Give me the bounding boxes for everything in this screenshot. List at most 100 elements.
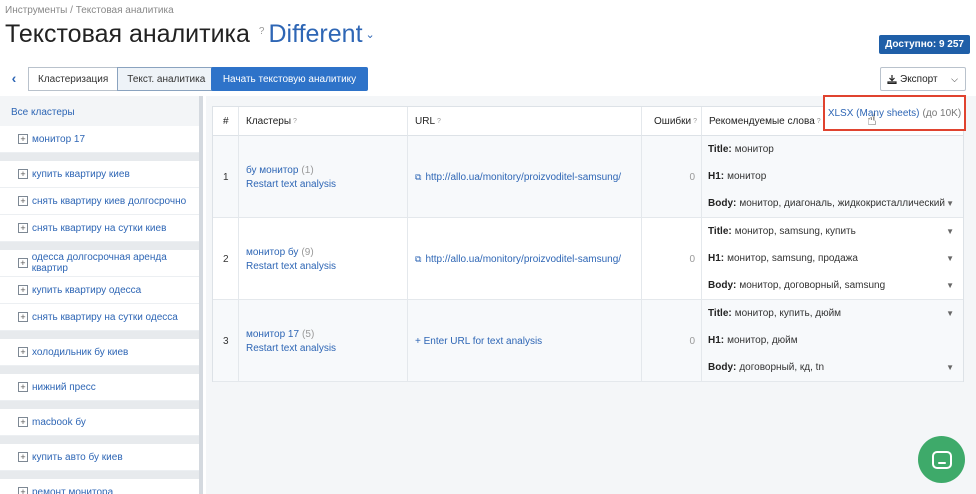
recommended-h1: H1: монитор, дюйм <box>708 327 963 354</box>
breadcrumb[interactable]: Инструменты / Текстовая аналитика <box>5 5 174 16</box>
sidebar-cluster-item[interactable]: + купить квартиру одесса <box>0 277 199 304</box>
restart-analysis-link[interactable]: Restart text analysis <box>246 343 336 354</box>
keyword-type-label: Title: <box>708 144 732 155</box>
sidebar-cluster-item[interactable]: + снять квартиру на сутки киев <box>0 215 199 242</box>
back-arrow-icon[interactable]: ‹ <box>6 68 22 88</box>
chat-icon <box>931 450 952 469</box>
sidebar-cluster-item[interactable]: + снять квартиру на сутки одесса <box>0 304 199 331</box>
app-root: Инструменты / Текстовая аналитика Тексто… <box>0 0 976 494</box>
chevron-down-icon[interactable]: ▼ <box>946 199 954 208</box>
help-icon[interactable]: ? <box>437 118 441 125</box>
header-label: Рекомендуемые слова <box>709 115 815 127</box>
sidebar-cluster-label: купить авто бу киев <box>32 451 123 463</box>
cluster-link[interactable]: бу монитор <box>246 165 298 176</box>
sidebar-cluster-item[interactable]: + снять квартиру киев долгосрочно <box>0 188 199 215</box>
chevron-down-icon[interactable]: ▼ <box>946 227 954 236</box>
chevron-down-icon[interactable]: ▼ <box>946 254 954 263</box>
all-clusters-link[interactable]: Все кластеры <box>0 96 199 126</box>
sidebar-cluster-label: ремонт монитора <box>32 486 114 494</box>
recommended-h1: H1: монитор, samsung, продажа ▼ <box>708 245 963 272</box>
url-link[interactable]: http://allo.ua/monitory/proizvoditel-sam… <box>425 254 621 265</box>
expand-plus-icon[interactable]: + <box>18 487 28 494</box>
help-icon[interactable]: ? <box>693 118 697 125</box>
external-link-icon[interactable]: ⧉ <box>415 254 421 265</box>
recommended-title: Title: монитор <box>708 136 963 163</box>
errors-cell: 0 <box>642 136 702 218</box>
keyword-type-label: Title: <box>708 308 732 319</box>
recommended-title: Title: монитор, samsung, купить ▼ <box>708 218 963 245</box>
header-url: URL? <box>408 107 642 136</box>
sidebar-separator <box>0 401 199 409</box>
sidebar-separator <box>0 436 199 444</box>
cluster-count: (5) <box>302 328 315 340</box>
cluster-count: (9) <box>301 246 314 258</box>
sidebar-cluster-label: холодильник бу киев <box>32 346 129 358</box>
keyword-values: монитор, диагональ, жидкокристаллический <box>739 198 945 209</box>
chevron-down-icon: ⌄ <box>365 29 375 41</box>
sidebar-separator <box>0 153 199 161</box>
sidebar-cluster-label: macbook бу <box>32 416 86 428</box>
cluster-cell: монитор 17 (5) Restart text analysis <box>239 300 408 382</box>
keyword-values: договорный, кд, tn <box>739 362 825 373</box>
sidebar-cluster-item[interactable]: + монитор 17 <box>0 126 199 153</box>
chat-button[interactable] <box>918 436 965 483</box>
expand-plus-icon[interactable]: + <box>18 417 28 427</box>
start-analysis-button[interactable]: Начать текстовую аналитику <box>211 67 368 91</box>
keyword-values: монитор, samsung, купить <box>734 226 856 237</box>
keyword-type-label: H1: <box>708 335 725 346</box>
header-label: Ошибки <box>654 115 692 127</box>
sidebar-cluster-item[interactable]: + купить квартиру киев <box>0 161 199 188</box>
sidebar-cluster-item[interactable]: + нижний пресс <box>0 374 199 401</box>
keyword-type-label: Body: <box>708 198 737 209</box>
recommended-h1: H1: монитор <box>708 163 963 190</box>
sidebar-cluster-item[interactable]: + купить авто бу киев <box>0 444 199 471</box>
expand-plus-icon[interactable]: + <box>18 452 28 462</box>
header-label: URL <box>415 115 436 127</box>
errors-cell: 0 <box>642 218 702 300</box>
sidebar-cluster-item[interactable]: + холодильник бу киев <box>0 339 199 366</box>
sidebar-cluster-label: снять квартиру на сутки киев <box>32 222 167 234</box>
url-link[interactable]: http://allo.ua/monitory/proizvoditel-sam… <box>425 172 621 183</box>
keyword-type-label: H1: <box>708 171 725 182</box>
expand-plus-icon[interactable]: + <box>18 169 28 179</box>
expand-plus-icon[interactable]: + <box>18 312 28 322</box>
header-clusters: Кластеры? <box>239 107 408 136</box>
sidebar-separator <box>0 366 199 374</box>
expand-plus-icon[interactable]: + <box>18 134 28 144</box>
restart-analysis-link[interactable]: Restart text analysis <box>246 179 336 190</box>
sidebar-cluster-label: одесса долгосрочная аренда квартир <box>31 252 167 274</box>
sidebar-cluster-item[interactable]: + macbook бу <box>0 409 199 436</box>
tab-text-analytics[interactable]: Текст. аналитика <box>117 67 216 91</box>
expand-plus-icon[interactable]: + <box>18 258 28 268</box>
chevron-down-icon[interactable]: ▼ <box>946 309 954 318</box>
url-link[interactable]: + Enter URL for text analysis <box>415 336 542 347</box>
help-icon[interactable]: ? <box>817 118 821 125</box>
chevron-down-icon[interactable]: ▼ <box>946 363 954 372</box>
export-button[interactable]: Экспорт ⌵ <box>880 67 966 91</box>
tab-clustering[interactable]: Кластеризация <box>28 67 119 91</box>
expand-plus-icon[interactable]: + <box>18 347 28 357</box>
keyword-type-label: H1: <box>708 253 725 264</box>
chevron-down-icon[interactable]: ▼ <box>946 281 954 290</box>
sidebar-cluster-item[interactable]: + ремонт монитора <box>0 479 199 494</box>
external-link-icon[interactable]: ⧉ <box>415 172 421 183</box>
header-errors: Ошибки? <box>642 107 702 136</box>
expand-plus-icon[interactable]: + <box>18 196 28 206</box>
sidebar-separator <box>0 471 199 479</box>
analysis-table: # Кластеры? URL? Ошибки? Рекомендуемые слова… <box>212 106 964 382</box>
expand-plus-icon[interactable]: + <box>18 223 28 233</box>
project-selector[interactable]: Different ⌄ <box>268 20 374 49</box>
sidebar-cluster-item[interactable]: + одесса долгосрочная аренда квартир <box>0 250 199 277</box>
help-icon[interactable]: ? <box>259 26 265 37</box>
export-format-option[interactable]: XLSX (Many sheets) (до 10K) <box>823 95 966 131</box>
cluster-count: (1) <box>301 164 314 176</box>
cluster-link[interactable]: монитор бу <box>246 247 298 258</box>
expand-plus-icon[interactable]: + <box>18 382 28 392</box>
cluster-link[interactable]: монитор 17 <box>246 329 299 340</box>
restart-analysis-link[interactable]: Restart text analysis <box>246 261 336 272</box>
help-icon[interactable]: ? <box>293 118 297 125</box>
expand-plus-icon[interactable]: + <box>18 285 28 295</box>
title-row: Текстовая аналитика ? Different ⌄ <box>5 20 375 49</box>
keyword-type-label: Body: <box>708 362 737 373</box>
header-label: Кластеры <box>246 115 291 127</box>
